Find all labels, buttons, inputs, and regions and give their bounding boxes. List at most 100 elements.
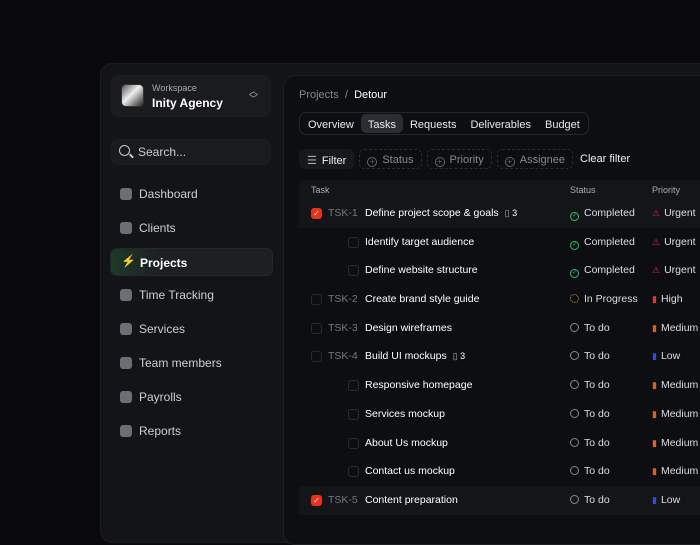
table-row[interactable]: ✓ TSK-1 Define project scope & goals▯ 3 … <box>299 199 700 228</box>
status-icon <box>570 351 579 360</box>
status-filter-button[interactable]: +Status <box>359 149 421 169</box>
priority-badge[interactable]: ▮Medium <box>652 379 698 391</box>
priority-label: Medium <box>661 408 698 420</box>
priority-badge[interactable]: ▮High <box>652 293 683 305</box>
task-name[interactable]: Design wireframes <box>365 322 452 334</box>
priority-badge[interactable]: ▮Low <box>652 494 680 506</box>
priority-badge[interactable]: ▮Medium <box>652 465 698 477</box>
priority-label: High <box>661 293 683 305</box>
row-checkbox[interactable] <box>348 265 359 276</box>
clear-filter-button[interactable]: Clear filter <box>578 149 637 169</box>
status-badge[interactable]: To do <box>570 379 610 391</box>
sidebar-item-dashboard[interactable]: Dashboard <box>110 180 273 208</box>
status-badge[interactable]: To do <box>570 322 610 334</box>
sidebar-item-payrolls[interactable]: Payrolls <box>110 383 273 411</box>
task-name-text: Build UI mockups <box>365 350 447 362</box>
status-badge[interactable]: In Progress <box>570 293 638 305</box>
table-row[interactable]: Services mockup To do ▮ Medium <box>299 400 700 429</box>
priority-badge[interactable]: ⚠Urgent <box>652 264 696 276</box>
breadcrumb-parent[interactable]: Projects <box>299 89 339 101</box>
tab-budget[interactable]: Budget <box>538 114 587 133</box>
table-row[interactable]: Responsive homepage To do ▮Medium <box>299 371 700 400</box>
priority-badge[interactable]: ▮Low <box>652 350 680 362</box>
status-icon: ✓ <box>570 241 579 250</box>
row-checkbox[interactable] <box>348 438 359 449</box>
row-checkbox[interactable] <box>311 351 322 362</box>
table-row[interactable]: ✓ TSK-5 Content preparation To do ▮Low <box>299 486 700 515</box>
tab-deliverables[interactable]: Deliverables <box>463 114 538 133</box>
task-name[interactable]: Content preparation <box>365 494 458 506</box>
row-checkbox[interactable] <box>311 323 322 334</box>
workspace-switcher[interactable]: Workspace Inity Agency ︿﹀ <box>110 75 271 117</box>
sidebar-item-team-members[interactable]: Team members <box>110 349 273 377</box>
row-checkbox[interactable] <box>348 380 359 391</box>
priority-filter-button[interactable]: +Priority <box>427 149 492 169</box>
grid-icon <box>120 188 132 200</box>
status-badge[interactable]: To do <box>570 494 610 506</box>
status-icon: ✓ <box>570 269 579 278</box>
sidebar-item-clients[interactable]: Clients <box>110 214 273 242</box>
status-badge[interactable]: To do <box>570 465 610 477</box>
status-badge[interactable]: ✓Completed <box>570 207 635 221</box>
status-icon <box>570 495 579 504</box>
task-name[interactable]: Responsive homepage <box>365 379 472 391</box>
column-status[interactable]: Status <box>570 185 596 195</box>
tab-requests[interactable]: Requests <box>403 114 463 133</box>
priority-badge[interactable]: ▮ Medium <box>652 408 698 420</box>
priority-icon: ▮ <box>652 438 657 449</box>
sidebar-item-reports[interactable]: Reports <box>110 417 273 445</box>
priority-badge[interactable]: ▮Medium <box>652 437 698 449</box>
task-name[interactable]: Identify target audience <box>365 236 474 248</box>
sidebar-item-time-tracking[interactable]: Time Tracking <box>110 281 273 309</box>
filter-button[interactable]: ☰Filter <box>299 149 354 169</box>
priority-icon: ▮ <box>652 409 657 420</box>
row-checkbox[interactable] <box>311 294 322 305</box>
tab-overview[interactable]: Overview <box>301 114 361 133</box>
task-name[interactable]: Create brand style guide <box>365 293 479 305</box>
stack-icon <box>120 391 132 403</box>
column-priority[interactable]: Priority <box>652 185 680 195</box>
subtask-count: ▯ 3 <box>505 208 517 218</box>
table-row[interactable]: Identify target audience ✓Completed ⚠Urg… <box>299 228 700 257</box>
priority-badge[interactable]: ⚠Urgent <box>652 207 696 219</box>
sidebar-item-services[interactable]: Services <box>110 315 273 343</box>
tab-tasks[interactable]: Tasks <box>361 114 403 133</box>
priority-icon: ⚠ <box>652 237 660 248</box>
row-checkbox[interactable] <box>348 466 359 477</box>
column-task[interactable]: Task <box>311 185 330 195</box>
priority-badge[interactable]: ▮Medium <box>652 322 698 334</box>
search-input[interactable]: Search... <box>110 139 271 165</box>
plus-circle-icon: + <box>435 157 445 167</box>
row-checkbox[interactable] <box>348 409 359 420</box>
row-checkbox[interactable]: ✓ <box>311 495 322 506</box>
task-name[interactable]: Define website structure <box>365 264 478 276</box>
task-name[interactable]: Define project scope & goals▯ 3 <box>365 207 517 219</box>
task-name[interactable]: About Us mockup <box>365 437 448 449</box>
subtask-icon: ▯ <box>505 208 510 218</box>
task-name[interactable]: Services mockup <box>365 408 445 420</box>
status-badge[interactable]: ✓Completed <box>570 236 635 250</box>
search-icon <box>119 145 130 156</box>
table-row[interactable]: About Us mockup To do ▮Medium <box>299 429 700 458</box>
sidebar-item-projects[interactable]: ⚡Projects <box>110 248 273 276</box>
priority-badge[interactable]: ⚠Urgent <box>652 236 696 248</box>
task-name[interactable]: Contact us mockup <box>365 465 455 477</box>
table-row[interactable]: TSK-4 Build UI mockups▯ 3 To do ▮Low <box>299 342 700 371</box>
task-name[interactable]: Build UI mockups▯ 3 <box>365 350 465 362</box>
row-checkbox[interactable]: ✓ <box>311 208 322 219</box>
table-row[interactable]: Contact us mockup To do ▮Medium <box>299 457 700 486</box>
status-badge[interactable]: To do <box>570 437 610 449</box>
status-icon <box>570 466 579 475</box>
priority-label: Urgent <box>664 264 696 276</box>
task-table: Task Status Priority ✓ TSK-1 Define proj… <box>299 180 700 515</box>
table-row[interactable]: Define website structure ✓Completed ⚠Urg… <box>299 256 700 285</box>
assignee-filter-button[interactable]: +Assignee <box>497 149 573 169</box>
table-row[interactable]: TSK-3 Design wireframes To do ▮Medium <box>299 314 700 343</box>
status-badge[interactable]: ✓Completed <box>570 264 635 278</box>
row-checkbox[interactable] <box>348 237 359 248</box>
status-badge[interactable]: To do <box>570 408 610 420</box>
status-badge[interactable]: To do <box>570 350 610 362</box>
table-row[interactable]: TSK-2 Create brand style guide In Progre… <box>299 285 700 314</box>
priority-label: Medium <box>661 465 698 477</box>
status-icon <box>570 380 579 389</box>
